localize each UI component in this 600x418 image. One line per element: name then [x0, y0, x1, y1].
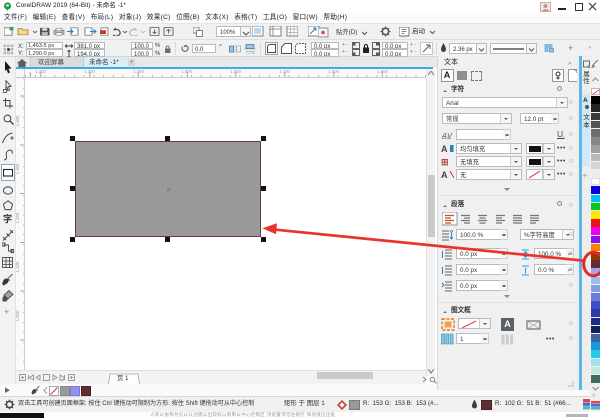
svg-text:A: A: [441, 170, 448, 180]
svg-text:A: A: [441, 144, 448, 154]
svg-text:A̲V̲: A̲V̲: [442, 131, 453, 140]
svg-text:⊞: ⊞: [441, 157, 449, 167]
